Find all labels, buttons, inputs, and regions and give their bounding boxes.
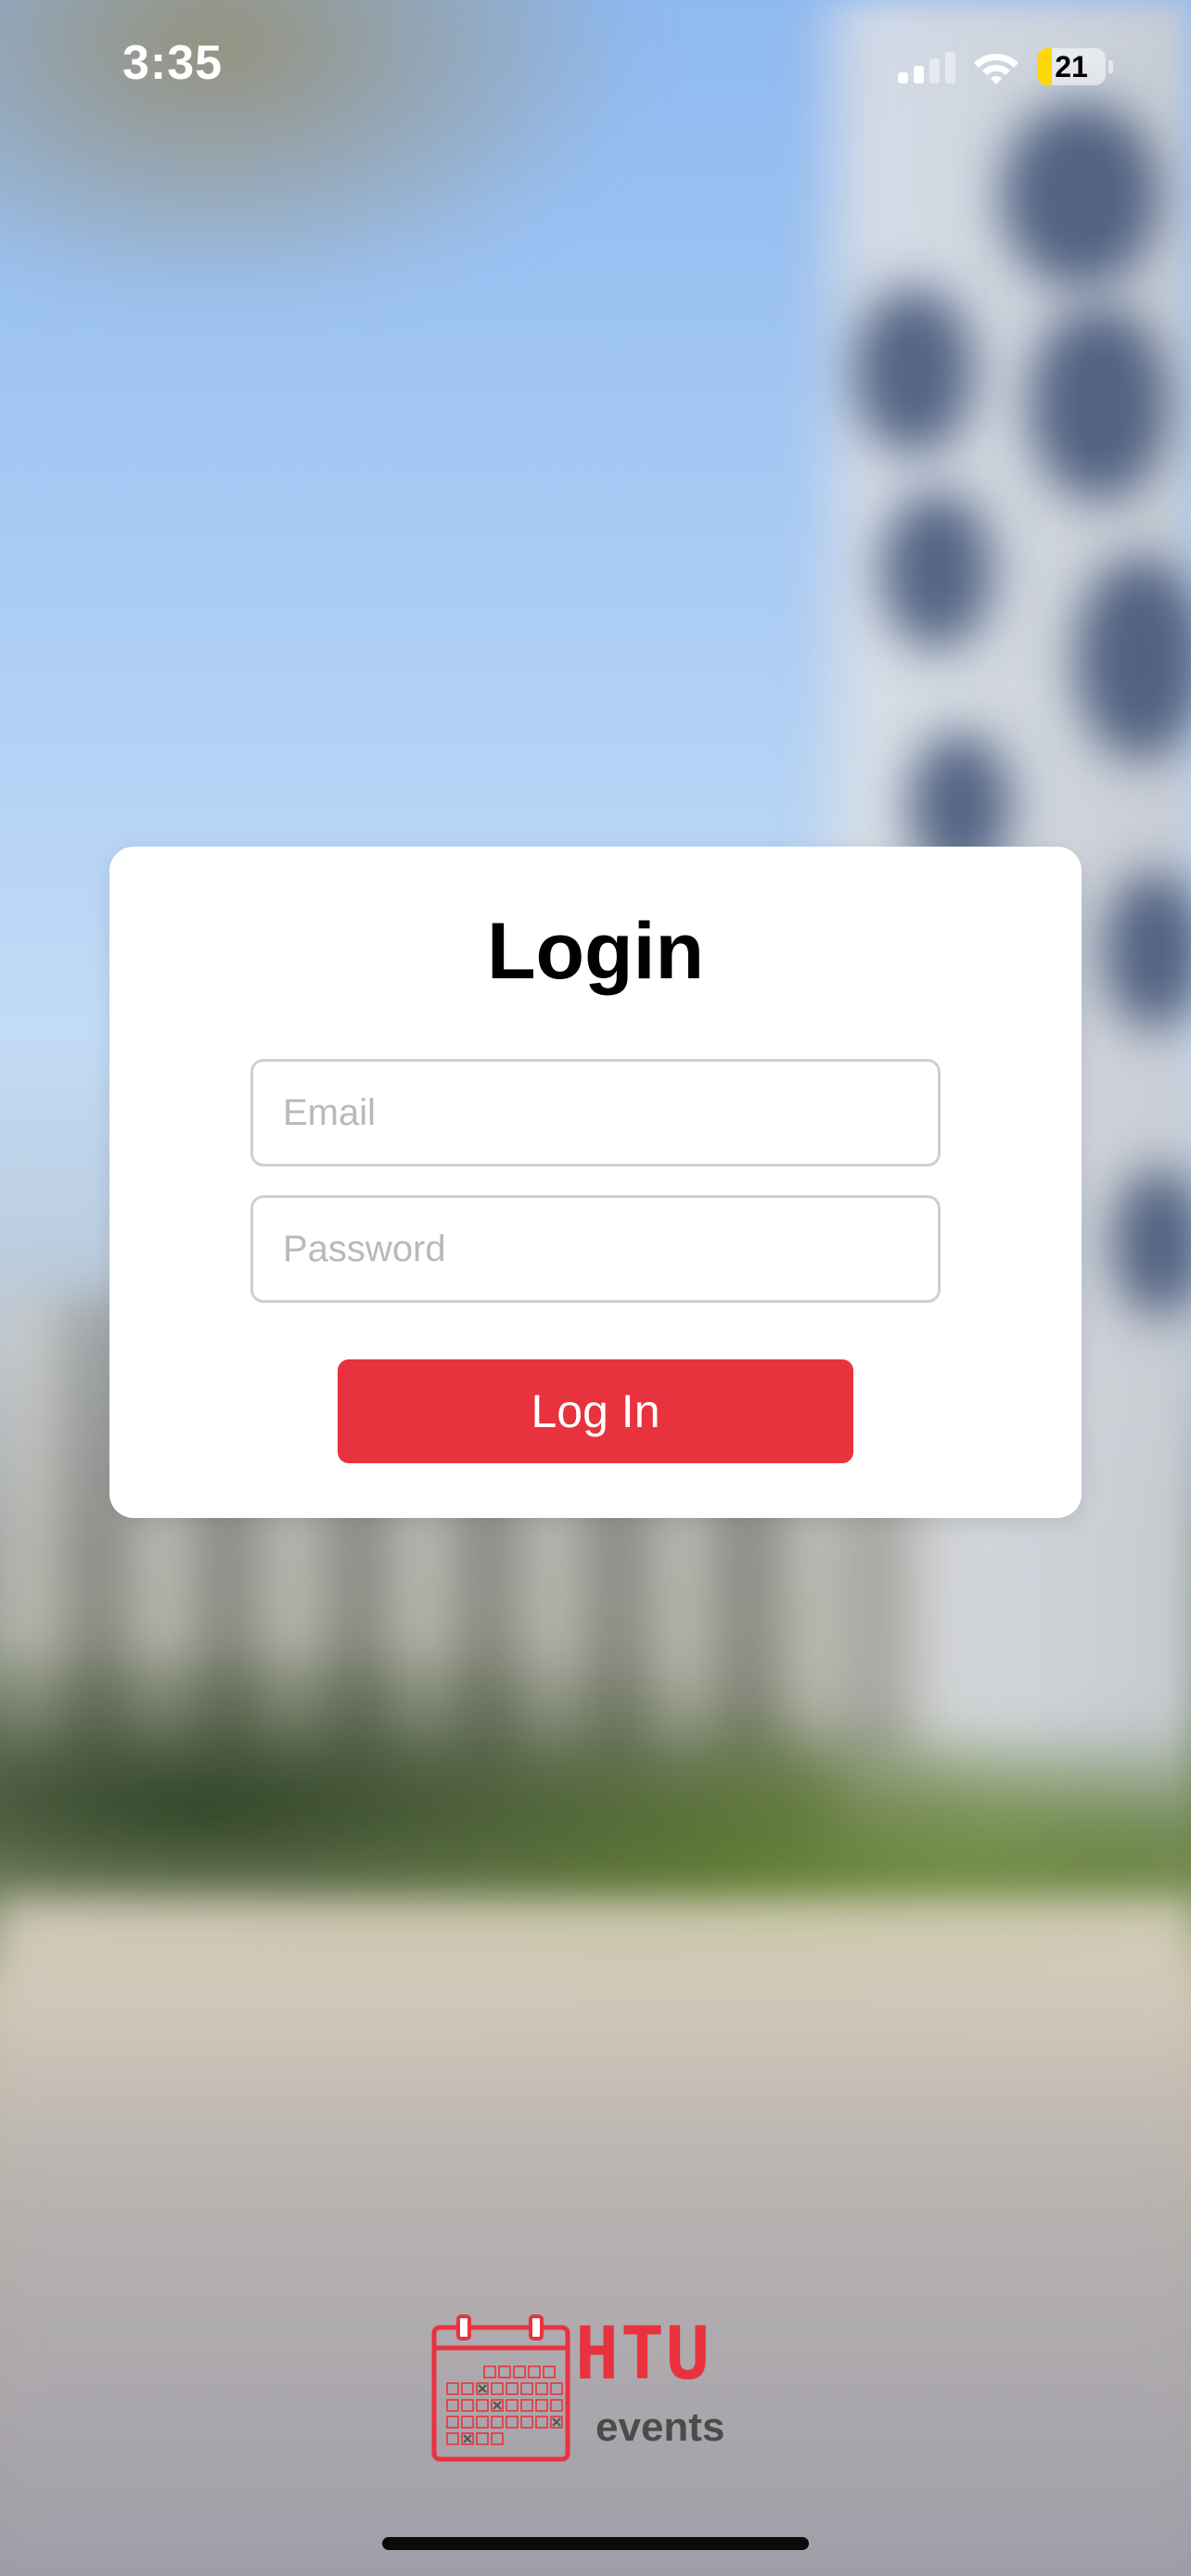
battery-cap [1108, 60, 1113, 73]
status-bar: 3:35 21 [0, 0, 1191, 139]
htu-events-logo: HTU events [430, 2315, 764, 2463]
status-time: 3:35 [122, 36, 224, 90]
background-window [1030, 306, 1169, 501]
home-indicator[interactable] [382, 2537, 809, 2550]
background-ground [0, 1901, 1191, 2576]
background-window [853, 287, 974, 454]
log-in-button[interactable]: Log In [338, 1359, 853, 1463]
calendar-icon [431, 2315, 570, 2462]
cellular-signal-icon [898, 52, 955, 83]
background-window [881, 491, 992, 649]
password-field[interactable] [250, 1195, 941, 1303]
wifi-icon [974, 54, 1018, 84]
logo-brand-text: HTU [575, 2313, 711, 2396]
email-field[interactable] [250, 1059, 941, 1167]
battery-body: 21 [1037, 48, 1106, 85]
battery-indicator: 21 [1037, 48, 1113, 85]
login-title: Login [486, 907, 705, 996]
logo-subtitle-text: events [596, 2404, 725, 2450]
login-card: Login Log In [109, 847, 1082, 1518]
battery-level: 21 [1055, 50, 1088, 83]
